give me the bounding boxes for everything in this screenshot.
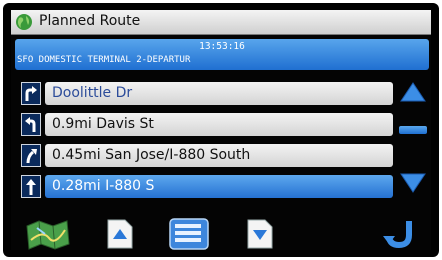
route-info-bar: 13:53:16 SFO DOMESTIC TERMINAL 2-DEPARTU… xyxy=(15,39,429,70)
scrollbar-thumb[interactable] xyxy=(399,126,427,134)
route-step-text: 0.9mi Davis St xyxy=(52,116,154,132)
title-bar: Planned Route xyxy=(11,10,431,35)
route-step-label-box[interactable]: 0.9mi Davis St xyxy=(45,113,393,136)
current-time: 13:53:16 xyxy=(199,41,245,52)
straight-icon xyxy=(21,175,41,198)
scroll-down-arrow-icon[interactable] xyxy=(400,173,426,193)
navigation-screen: Planned Route 13:53:16 SFO DOMESTIC TERM… xyxy=(11,10,431,250)
map-button-icon[interactable] xyxy=(25,218,71,250)
globe-logo-icon xyxy=(16,14,32,30)
route-step-selected[interactable]: 0.28mi I-880 S xyxy=(21,175,393,198)
route-step-label-box[interactable]: 0.45mi San Jose/I-880 South xyxy=(45,144,393,167)
route-step[interactable]: Doolittle Dr xyxy=(21,82,393,105)
window-title: Planned Route xyxy=(39,13,141,29)
route-step-label-box[interactable]: 0.28mi I-880 S xyxy=(45,175,393,198)
route-step-text: 0.28mi I-880 S xyxy=(52,178,155,194)
route-step-label-box[interactable]: Doolittle Dr xyxy=(45,82,393,105)
device-frame: Planned Route 13:53:16 SFO DOMESTIC TERM… xyxy=(3,3,439,257)
destination-label: SFO DOMESTIC TERMINAL 2-DEPARTUR xyxy=(17,55,191,65)
bear-right-icon xyxy=(21,144,41,167)
turn-left-icon xyxy=(21,113,41,136)
back-return-button-icon[interactable] xyxy=(383,217,417,250)
page-up-button-icon[interactable] xyxy=(107,219,133,249)
route-step[interactable]: 0.45mi San Jose/I-880 South xyxy=(21,144,393,167)
page-down-button-icon[interactable] xyxy=(247,219,273,249)
route-list-button-icon[interactable] xyxy=(169,218,209,250)
route-step[interactable]: 0.9mi Davis St xyxy=(21,113,393,136)
route-step-text: 0.45mi San Jose/I-880 South xyxy=(52,147,251,163)
scroll-up-arrow-icon[interactable] xyxy=(400,82,426,102)
turn-right-icon xyxy=(21,82,41,105)
bottom-toolbar xyxy=(11,216,431,250)
route-step-text: Doolittle Dr xyxy=(52,85,133,101)
